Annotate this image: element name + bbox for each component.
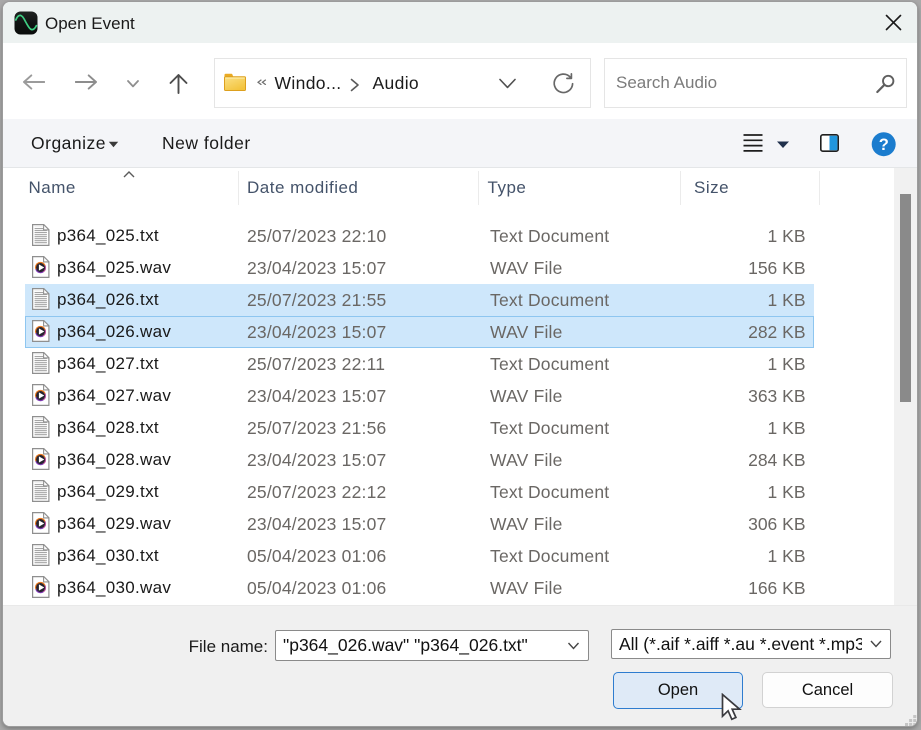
svg-text:?: ? <box>879 136 889 154</box>
